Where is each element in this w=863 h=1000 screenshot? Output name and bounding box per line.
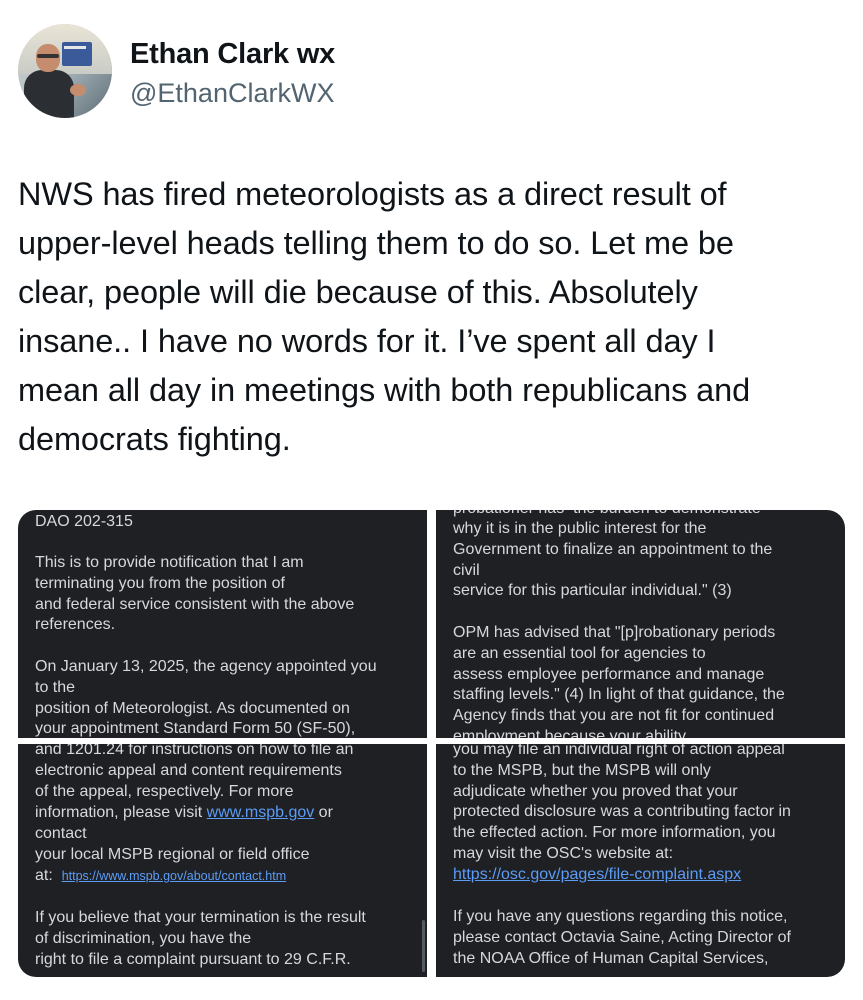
osc-complaint-link[interactable]: https://osc.gov/pages/file-complaint.asp… (453, 866, 741, 883)
document-text: you may file an individual right of acti… (453, 744, 791, 862)
document-line: your local MSPB regional or field office (35, 846, 310, 863)
avatar-glasses (37, 54, 59, 58)
document-line: contact (35, 825, 87, 842)
document-text: why it is in the public interest for the… (453, 520, 785, 725)
tweet-media-grid[interactable]: DAO 202-315 This is to provide notificat… (18, 510, 845, 977)
document-line: of the appeal, respectively. For more (35, 783, 294, 800)
document-text: This is to provide notification that I a… (35, 554, 377, 738)
mspb-link[interactable]: www.mspb.gov (207, 804, 315, 821)
document-line: at: https://www.mspb.gov/about/contact.h… (35, 866, 417, 887)
document-line: https://osc.gov/pages/file-complaint.asp… (453, 865, 835, 886)
document-text-prefix: information, please visit (35, 804, 207, 821)
mspb-contact-link[interactable]: https://www.mspb.gov/about/contact.htm (62, 869, 286, 883)
document-line: information, please visit www.mspb.gov o… (35, 803, 417, 824)
avatar-hand (70, 84, 86, 96)
document-text-suffix: or (314, 804, 333, 821)
avatar-head (36, 44, 60, 72)
document-text: If you have any questions regarding this… (453, 908, 791, 967)
document-heading: DAO 202-315 (35, 513, 133, 530)
document-line: electronic appeal and content requiremen… (35, 762, 342, 779)
media-image-bottom-right[interactable]: you may file an individual right of acti… (436, 744, 845, 977)
avatar-body (24, 70, 74, 118)
avatar[interactable] (18, 24, 112, 118)
tweet-text: NWS has fired meteorologists as a direct… (18, 176, 751, 457)
media-image-top-left[interactable]: DAO 202-315 This is to provide notificat… (18, 510, 427, 738)
media-image-bottom-left[interactable]: and 1201.24 for instructions on how to f… (18, 744, 427, 977)
author-display-name[interactable]: Ethan Clark wx (130, 38, 335, 71)
media-image-top-right[interactable]: probationer has the burden to demonstrat… (436, 510, 845, 738)
author-handle[interactable]: @EthanClarkWX (130, 78, 334, 109)
tweet-header: Ethan Clark wx @EthanClarkWX (18, 24, 838, 124)
document-text-prefix: at: (35, 867, 62, 884)
scrollbar[interactable] (422, 920, 425, 972)
avatar-sign-stripe (64, 46, 86, 49)
document-cut-line-bottom: employment because your ability (453, 728, 687, 738)
document-text: If you believe that your termination is … (35, 909, 366, 968)
document-line: and 1201.24 for instructions on how to f… (35, 744, 354, 758)
